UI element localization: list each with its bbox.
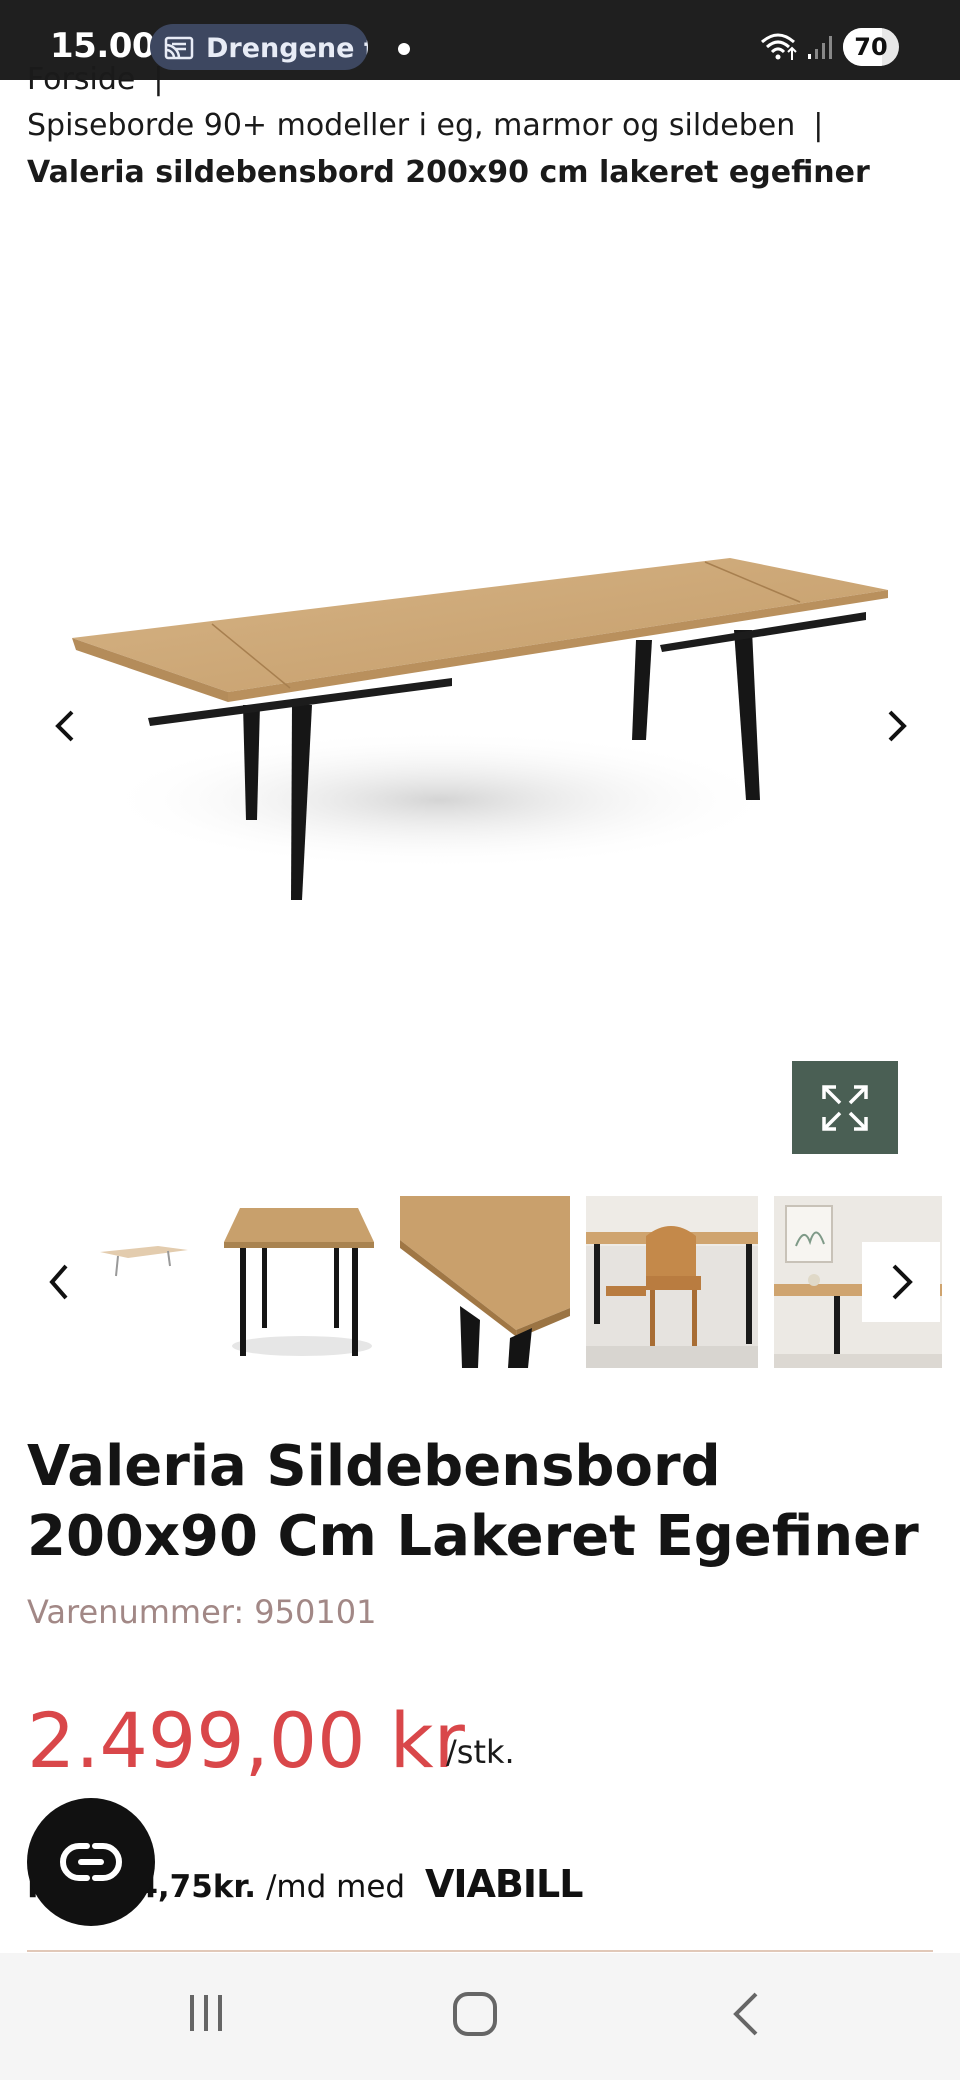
home-icon[interactable] — [452, 1991, 498, 2037]
status-time: 15.00 — [50, 26, 156, 66]
breadcrumb-category[interactable]: Spiseborde 90+ modeller i eg, marmor og … — [27, 108, 823, 143]
chat-button[interactable] — [27, 1798, 155, 1926]
breadcrumb-separator: | — [153, 62, 164, 97]
expand-icon — [822, 1085, 868, 1131]
back-icon[interactable] — [728, 1991, 764, 2037]
financing-suffix: /md med — [265, 1869, 406, 1905]
image-prev-arrow[interactable] — [46, 706, 86, 746]
breadcrumb-home-label: Forside — [27, 62, 136, 97]
thumbnail-next-arrow[interactable] — [862, 1242, 940, 1322]
product-sku: Varenummer: 950101 — [27, 1593, 377, 1631]
system-navigation-bar — [0, 1953, 960, 2080]
thumbnail-prev-arrow[interactable] — [40, 1258, 80, 1306]
section-divider — [27, 1950, 933, 1952]
thumbnail-item[interactable] — [586, 1196, 758, 1368]
signal-icon — [808, 36, 832, 59]
notification-dot — [398, 43, 410, 55]
thumbnail-item[interactable] — [400, 1196, 570, 1368]
product-main-image[interactable] — [0, 210, 960, 1050]
battery-level: 70 — [854, 33, 888, 61]
thumbnail-image — [224, 1208, 374, 1356]
breadcrumb-current: Valeria sildebensbord 200x90 cm lakeret … — [27, 155, 870, 190]
thumbnail-image — [400, 1196, 570, 1368]
thumbnail-item[interactable] — [98, 1196, 198, 1368]
chat-icon — [60, 1843, 122, 1881]
breadcrumb-category-label: Spiseborde 90+ modeller i eg, marmor og … — [27, 108, 796, 143]
fullscreen-button[interactable] — [792, 1061, 898, 1154]
thumbnail-image — [586, 1196, 758, 1368]
viabill-logo[interactable]: VIABILL — [425, 1862, 583, 1906]
image-next-arrow[interactable] — [876, 706, 916, 746]
cast-icon — [164, 36, 194, 60]
table-illustration — [72, 558, 888, 900]
breadcrumb-home[interactable]: Forside | — [27, 62, 163, 97]
cast-label: Drengene f — [206, 33, 368, 64]
chevron-left-icon — [55, 710, 74, 742]
chevron-right-icon — [892, 1264, 913, 1300]
thumbnail-image — [100, 1246, 188, 1277]
cast-chip[interactable]: Drengene f — [150, 24, 368, 70]
price-unit: /stk. — [446, 1733, 515, 1771]
recent-apps-icon[interactable] — [184, 1991, 228, 2035]
thumbnail-strip — [0, 1196, 960, 1368]
product-price: 2.499,00 kr — [27, 1696, 465, 1785]
thumbnail-item[interactable] — [222, 1196, 378, 1368]
wifi-icon — [761, 33, 797, 60]
battery-indicator: 70 — [843, 28, 899, 66]
product-title: Valeria Sildebensbord 200x90 Cm Lakeret … — [27, 1434, 919, 1569]
chevron-right-icon — [888, 710, 907, 742]
chevron-left-icon — [49, 1264, 68, 1300]
breadcrumb-separator: | — [813, 108, 824, 143]
